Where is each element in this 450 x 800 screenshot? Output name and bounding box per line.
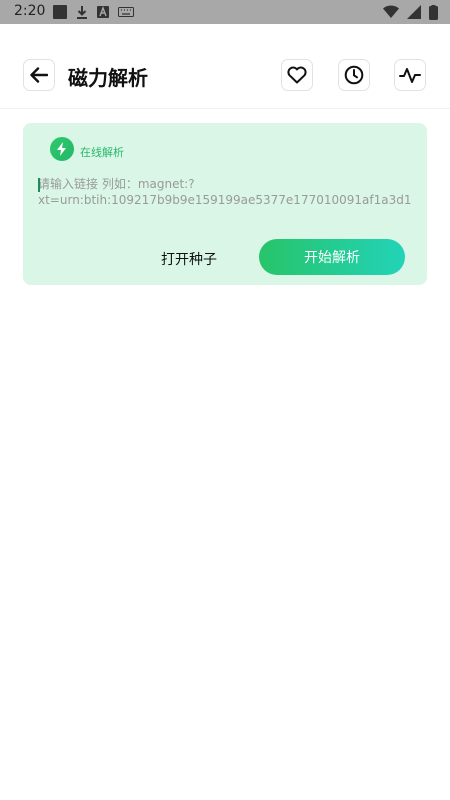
clock-icon: [344, 65, 364, 85]
page-title: 磁力解析: [68, 66, 148, 90]
text-cursor: [38, 178, 40, 192]
notification-square-icon: [53, 5, 67, 19]
start-parse-button[interactable]: 开始解析: [259, 239, 405, 275]
favorites-button[interactable]: [281, 59, 313, 91]
arrow-left-icon: [30, 67, 48, 83]
app-header: 磁力解析: [0, 24, 450, 109]
font-a-icon: [97, 6, 109, 18]
signal-icon: [407, 5, 421, 19]
status-notification-icons: [53, 4, 134, 20]
online-badge: [50, 137, 74, 161]
lightning-icon: [57, 142, 66, 156]
magnet-parse-card: 在线解析 打开种子 开始解析: [23, 123, 427, 285]
heart-icon: [287, 66, 307, 84]
pulse-icon: [399, 68, 421, 83]
activity-button[interactable]: [394, 59, 426, 91]
online-parse-label: 在线解析: [80, 146, 124, 159]
magnet-link-input[interactable]: [38, 176, 418, 216]
back-button[interactable]: [23, 59, 55, 91]
history-button[interactable]: [338, 59, 370, 91]
status-bar: 2:20: [0, 0, 450, 24]
wifi-icon: [383, 5, 399, 18]
download-icon: [77, 6, 87, 19]
open-torrent-button[interactable]: 打开种子: [161, 249, 217, 269]
status-system-icons: [383, 4, 438, 20]
battery-icon: [429, 4, 438, 20]
status-time: 2:20: [14, 3, 46, 19]
keyboard-icon: [118, 7, 134, 17]
